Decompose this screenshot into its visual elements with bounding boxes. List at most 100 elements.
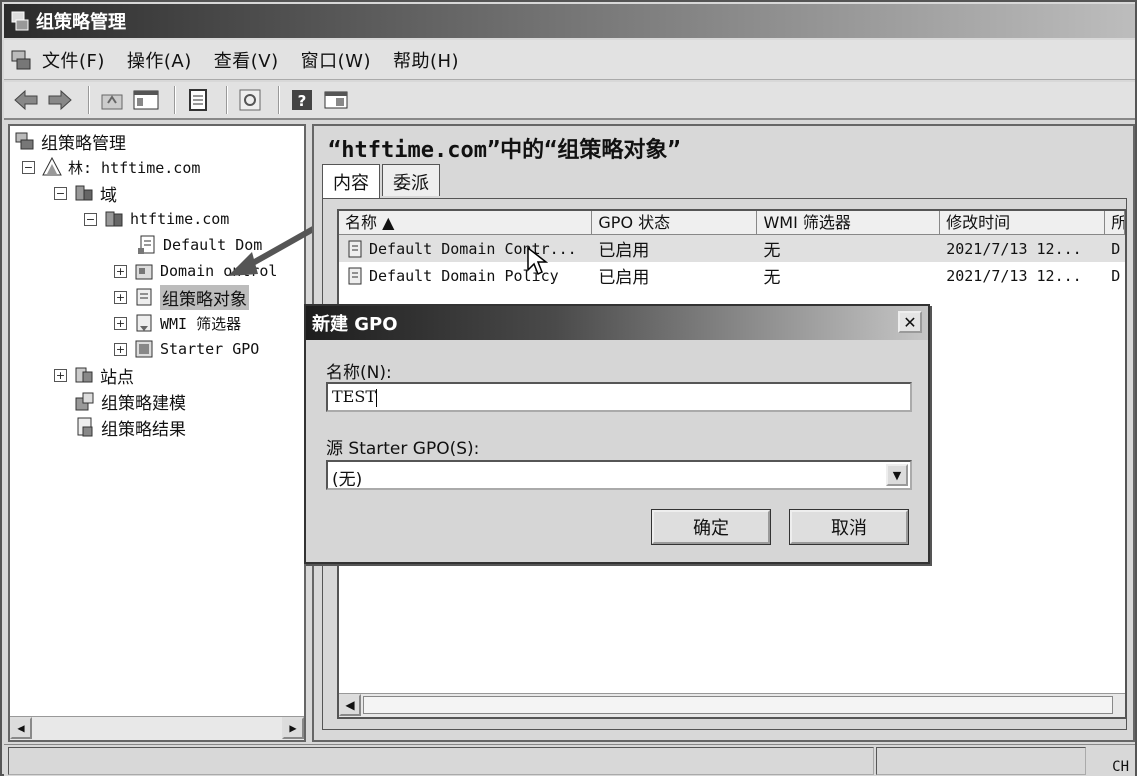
toolbar-separator [226,86,228,114]
gpo-name-input[interactable]: TEST [326,382,912,412]
back-arrow-icon[interactable] [12,86,40,114]
select-value: (无) [332,470,363,490]
console-menu-icon[interactable] [10,48,34,72]
ok-button[interactable]: 确定 [651,509,771,545]
scroll-left-icon[interactable]: ◀ [10,717,32,739]
cell-status: 已启用 [598,268,650,288]
window-title: 组策略管理 [36,12,126,33]
cancel-button[interactable]: 取消 [789,509,909,545]
cell-owner: D [1111,239,1121,258]
show-hide-tree-icon[interactable] [132,86,160,114]
collapse-toggle[interactable]: − [84,212,97,226]
toolbar-separator [88,86,90,114]
tree-label: 组策略对象 [160,284,249,310]
menu-window[interactable]: 窗口(W) [301,47,371,73]
scroll-track[interactable] [363,696,1113,714]
modeling-icon [74,390,96,412]
tree-node-gp-results[interactable]: 组策略结果 [74,414,186,440]
tree-node-starter-gpo[interactable]: + Starter GPO [114,336,259,362]
tree-label: 林: htftime.com [68,158,201,177]
forest-icon [41,156,63,178]
tree-label: htftime.com [130,210,230,228]
starter-gpo-select[interactable]: (无) ▼ [326,460,912,490]
expand-toggle[interactable]: + [114,290,127,304]
gpmc-window: 组策略管理 文件(F) 操作(A) 查看(V) 窗口(W) 帮助(H) ? 组策… [0,0,1137,776]
gpmc-app-icon [10,10,32,32]
scroll-right-icon[interactable]: ▶ [282,717,304,739]
menu-file[interactable]: 文件(F) [42,47,105,73]
title-bar: 组策略管理 [4,4,1135,38]
help-icon[interactable]: ? [288,86,316,114]
tab-delegation[interactable]: 委派 [382,164,440,196]
dialog-title: 新建 GPO [312,314,398,335]
wmi-filter-icon [133,312,155,334]
gpo-folder-icon [133,286,155,308]
toolbar: ? [4,82,1135,120]
column-header-wmi-filter[interactable]: WMI 筛选器 [757,211,941,234]
tree-node-domains[interactable]: − 域 [54,180,117,206]
expand-toggle[interactable]: + [114,342,127,356]
dialog-title-bar: 新建 GPO ✕ [306,306,928,340]
cell-name: Default Domain Contr... [339,239,592,259]
column-header-name[interactable]: 名称 ▲ [339,211,593,234]
page-title: “htftime.com”中的“组策略对象” [328,138,681,163]
gpo-icon [345,266,365,286]
cell-wmi: 无 [763,241,781,261]
name-label: 名称(N): [326,363,392,383]
status-bar: CH [4,744,1135,776]
table-row[interactable]: Default Domain Policy 已启用 无 2021/7/13 12… [339,262,1125,289]
collapse-toggle[interactable]: − [54,186,67,200]
tree-node-wmi-filters[interactable]: + WMI 筛选器 [114,310,241,336]
cell-owner: D [1111,266,1121,285]
tree-label: Starter GPO [160,340,260,358]
gpo-link-icon [136,234,158,256]
column-header-owner[interactable]: 所 [1105,211,1125,234]
column-header-gpo-status[interactable]: GPO 状态 [592,211,758,234]
list-horizontal-scrollbar[interactable]: ◀ [339,693,1125,717]
expand-toggle[interactable]: + [54,368,67,382]
toolbar-separator [174,86,176,114]
ou-icon [133,260,155,282]
cell-status: 已启用 [598,241,650,261]
toolbar-separator [278,86,280,114]
scroll-left-icon[interactable]: ◀ [339,694,361,716]
menu-help[interactable]: 帮助(H) [393,47,459,73]
text-caret [375,388,377,407]
refresh-icon[interactable] [236,86,264,114]
tree-node-gpo-container[interactable]: + 组策略对象 [114,284,249,310]
tab-contents[interactable]: 内容 [322,164,380,198]
tree-label: 组策略建模 [101,393,186,414]
gpmc-root-icon [14,130,36,152]
tree-horizontal-scrollbar[interactable]: ◀ ▶ [10,716,304,740]
cell-modified: 2021/7/13 12... [946,266,1082,285]
source-starter-label: 源 Starter GPO(S): [326,439,480,459]
tree-node-gp-modeling[interactable]: 组策略建模 [74,388,186,414]
console-icon[interactable] [322,86,350,114]
chevron-down-icon[interactable]: ▼ [886,464,908,486]
tree-node-sites[interactable]: + 站点 [54,362,134,388]
tree-node-gpmc-root[interactable]: 组策略管理 [14,128,126,154]
expand-toggle[interactable]: + [114,264,127,278]
menu-view[interactable]: 查看(V) [214,47,279,73]
list-header: 名称 ▲ GPO 状态 WMI 筛选器 修改时间 所 [339,211,1125,235]
domains-icon [73,182,95,204]
collapse-toggle[interactable]: − [22,160,35,174]
status-segment [876,747,1086,775]
properties-icon[interactable] [184,86,212,114]
starter-gpo-icon [133,338,155,360]
tree-node-forest[interactable]: − 林: htftime.com [22,154,200,180]
expand-toggle[interactable]: + [114,316,127,330]
close-icon[interactable]: ✕ [898,311,922,333]
tree-node-domain[interactable]: − htftime.com [84,206,229,232]
language-indicator[interactable]: CH [1112,759,1129,775]
tab-strip: 内容 委派 [322,164,442,198]
column-header-modified[interactable]: 修改时间 [940,211,1106,234]
menu-bar: 文件(F) 操作(A) 查看(V) 窗口(W) 帮助(H) [4,40,1135,80]
table-row[interactable]: Default Domain Contr... 已启用 无 2021/7/13 … [339,235,1125,262]
menu-action[interactable]: 操作(A) [127,47,192,73]
results-icon [74,416,96,438]
forward-arrow-icon[interactable] [46,86,74,114]
up-folder-icon[interactable] [98,86,126,114]
sites-icon [73,364,95,386]
domain-icon [103,208,125,230]
